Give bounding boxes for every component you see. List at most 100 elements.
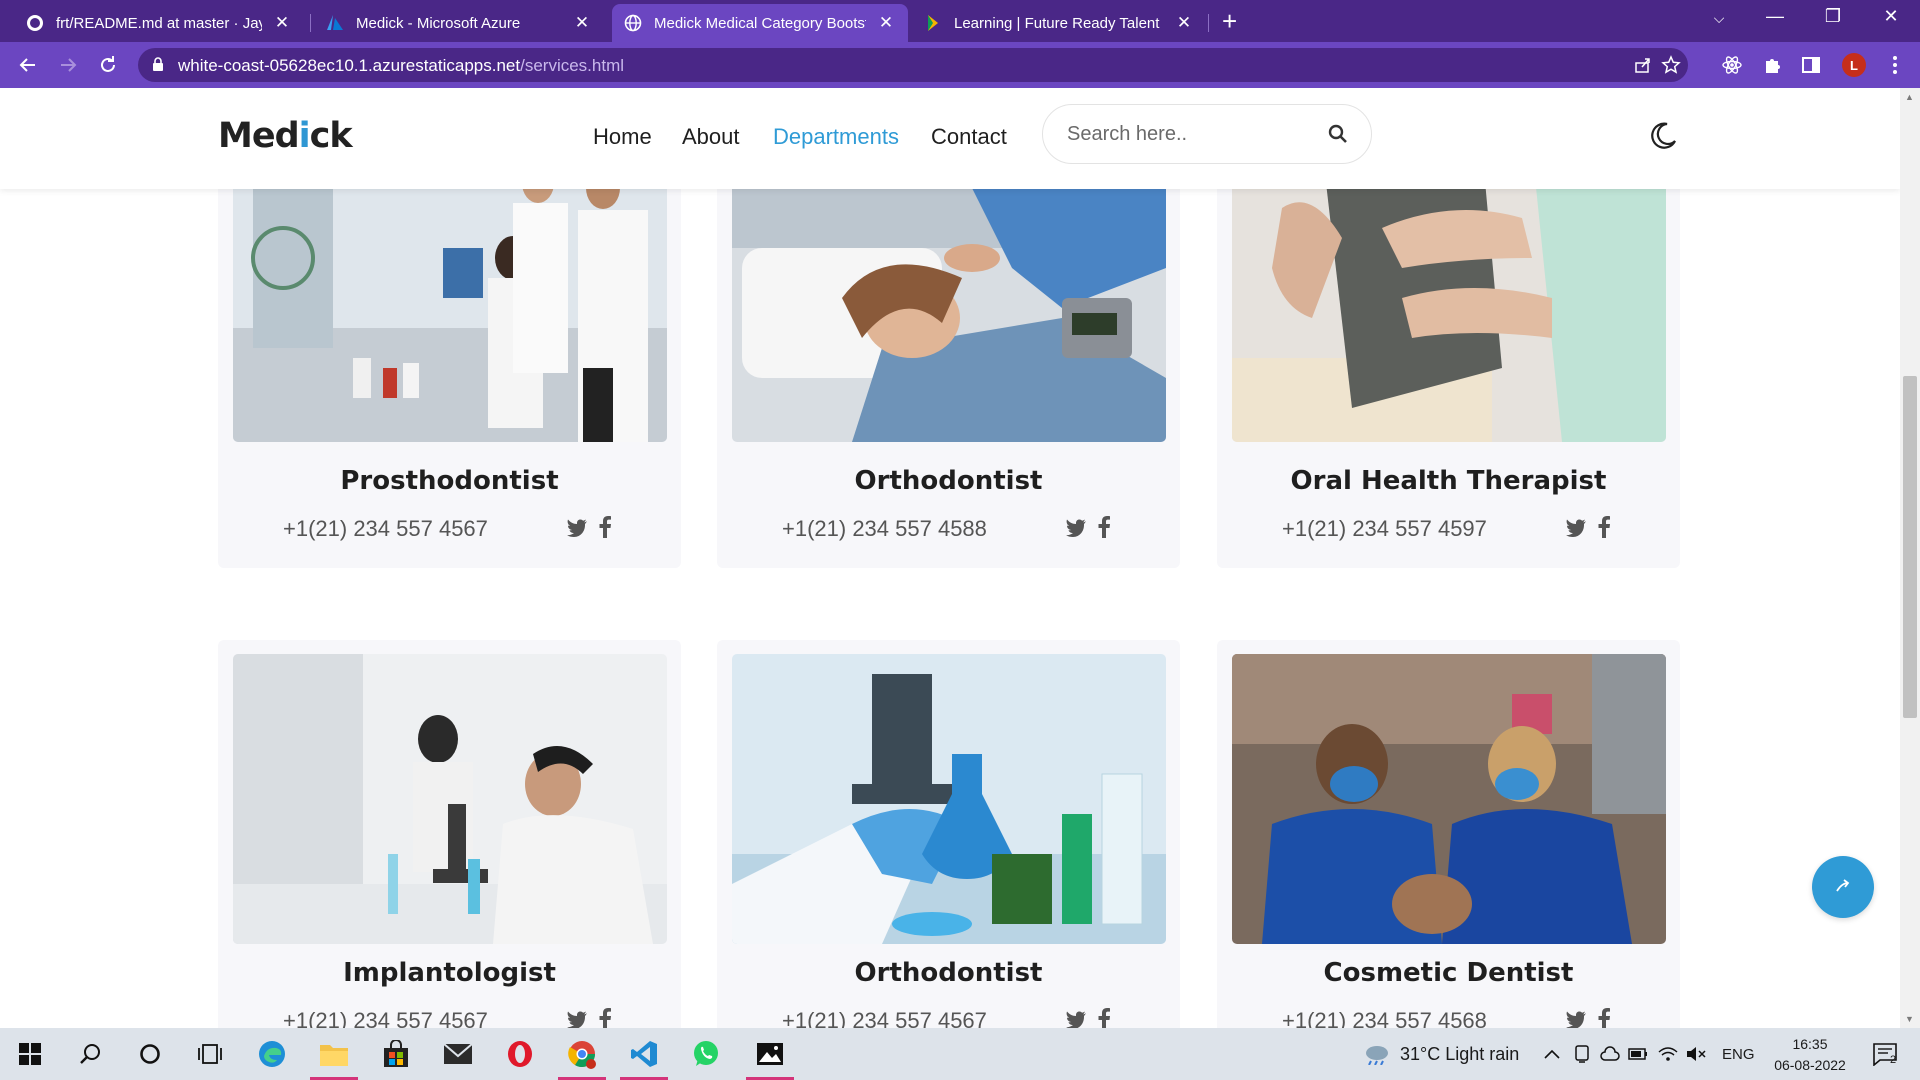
- close-window-button[interactable]: ✕: [1876, 6, 1906, 27]
- lab-researchers-photo: [233, 148, 667, 442]
- photos-icon[interactable]: [746, 1036, 794, 1080]
- share-icon[interactable]: [1632, 54, 1654, 76]
- back-to-top-button[interactable]: [1812, 856, 1874, 918]
- twitter-icon[interactable]: [566, 1010, 588, 1028]
- address-bar[interactable]: white-coast-05628ec10.1.azurestaticapps.…: [138, 48, 1688, 82]
- task-view-icon[interactable]: [192, 1036, 228, 1072]
- nav-home[interactable]: Home: [593, 124, 652, 150]
- department-phone: +1(21) 234 557 4567: [283, 1008, 488, 1028]
- tab-learning[interactable]: Learning | Future Ready Talent ✕: [912, 4, 1206, 42]
- whatsapp-icon[interactable]: [688, 1036, 724, 1072]
- department-phone: +1(21) 234 557 4597: [1282, 516, 1487, 541]
- extensions-puzzle-icon[interactable]: [1762, 54, 1784, 76]
- cloud-icon[interactable]: [1600, 1044, 1620, 1064]
- cortana-icon[interactable]: [132, 1036, 168, 1072]
- logo-text-accent: i: [298, 116, 311, 156]
- twitter-icon[interactable]: [1065, 518, 1087, 538]
- github-icon: [26, 14, 44, 32]
- department-card: Cosmetic Dentist +1(21) 234 557 4568: [1217, 640, 1680, 1028]
- minimize-button[interactable]: —: [1760, 6, 1790, 27]
- wifi-icon[interactable]: [1658, 1044, 1678, 1064]
- scroll-down-arrow-icon[interactable]: ▼: [1905, 1014, 1914, 1024]
- page-scrollbar[interactable]: ▲ ▼: [1900, 88, 1920, 1028]
- system-clock[interactable]: 16:35 06-08-2022: [1762, 1034, 1858, 1076]
- back-examination-photo: [1232, 148, 1666, 442]
- chrome-icon[interactable]: [558, 1036, 606, 1080]
- scrollbar-thumb[interactable]: [1903, 376, 1917, 718]
- microscope-scientist-photo: [233, 654, 667, 944]
- windows-start-icon[interactable]: [12, 1036, 48, 1072]
- url-text: white-coast-05628ec10.1.azurestaticapps.…: [178, 56, 624, 76]
- close-icon[interactable]: ✕: [572, 13, 592, 33]
- department-phone: +1(21) 234 557 4567: [782, 1008, 987, 1028]
- bookmark-star-icon[interactable]: [1660, 54, 1682, 76]
- department-phone: +1(21) 234 557 4588: [782, 516, 987, 541]
- twitter-icon[interactable]: [1565, 518, 1587, 538]
- department-name: Prosthodontist: [340, 466, 559, 496]
- nav-departments[interactable]: Departments: [773, 124, 899, 150]
- tab-divider: [310, 14, 311, 32]
- facebook-icon[interactable]: [598, 516, 612, 538]
- edge-icon[interactable]: [254, 1036, 290, 1072]
- twitter-icon[interactable]: [566, 518, 588, 538]
- profile-avatar[interactable]: L: [1842, 53, 1866, 77]
- facebook-icon[interactable]: [1597, 516, 1611, 538]
- scroll-up-arrow-icon[interactable]: ▲: [1905, 92, 1914, 102]
- browser-menu-icon[interactable]: [1884, 54, 1906, 76]
- tab-title: Learning | Future Ready Talent: [954, 14, 1160, 32]
- forward-button[interactable]: [54, 51, 82, 79]
- nav-about[interactable]: About: [682, 124, 740, 150]
- tab-github-readme[interactable]: frt/README.md at master · Jayala ✕: [14, 4, 304, 42]
- windows-taskbar: 31°C Light rain ENG 16:35 06-08-2022 2: [0, 1028, 1920, 1080]
- volume-muted-icon[interactable]: [1686, 1044, 1706, 1064]
- department-name: Orthodontist: [854, 958, 1043, 988]
- battery-icon[interactable]: [1628, 1044, 1648, 1064]
- weather-text[interactable]: 31°C Light rain: [1400, 1044, 1519, 1065]
- tab-azure[interactable]: Medick - Microsoft Azure ✕: [314, 4, 604, 42]
- search-icon[interactable]: [1325, 121, 1351, 147]
- tab-title: Medick Medical Category Bootstr: [654, 14, 866, 32]
- twitter-icon[interactable]: [1065, 1010, 1087, 1028]
- tab-medick-active[interactable]: Medick Medical Category Bootstr ✕: [612, 4, 908, 42]
- learning-icon: [924, 14, 942, 32]
- mail-icon[interactable]: [440, 1036, 476, 1072]
- search-icon[interactable]: [72, 1036, 108, 1072]
- site-header: Medick Home About Departments Contact: [0, 88, 1900, 189]
- side-panel-icon[interactable]: [1800, 54, 1822, 76]
- logo-text-suffix: ck: [309, 116, 353, 156]
- store-icon[interactable]: [378, 1036, 414, 1072]
- vscode-icon[interactable]: [620, 1036, 668, 1080]
- moon-icon[interactable]: [1648, 121, 1678, 151]
- facebook-icon[interactable]: [598, 1008, 612, 1028]
- weather-rain-icon[interactable]: [1362, 1044, 1392, 1065]
- back-button[interactable]: [14, 51, 42, 79]
- restore-button[interactable]: ❐: [1818, 6, 1848, 27]
- facebook-icon[interactable]: [1597, 1008, 1611, 1028]
- device-icon[interactable]: [1572, 1044, 1592, 1064]
- opera-icon[interactable]: [502, 1036, 538, 1072]
- globe-icon: [624, 14, 642, 32]
- chevron-up-icon[interactable]: [1542, 1044, 1562, 1064]
- site-logo[interactable]: Medick: [218, 116, 353, 156]
- search-box: [1042, 104, 1372, 164]
- tab-search-chevron-icon[interactable]: ⌵: [1704, 10, 1734, 27]
- twitter-icon[interactable]: [1565, 1010, 1587, 1028]
- close-icon[interactable]: ✕: [272, 13, 292, 33]
- search-input[interactable]: [1067, 119, 1317, 149]
- facebook-icon[interactable]: [1097, 1008, 1111, 1028]
- nav-contact[interactable]: Contact: [931, 124, 1007, 150]
- department-card: Orthodontist +1(21) 234 557 4567: [717, 640, 1180, 1028]
- react-extension-icon[interactable]: [1721, 54, 1743, 76]
- close-icon[interactable]: ✕: [876, 13, 896, 33]
- department-phone: +1(21) 234 557 4568: [1282, 1008, 1487, 1028]
- file-explorer-icon[interactable]: [310, 1036, 358, 1080]
- department-card: Prosthodontist +1(21) 234 557 4567: [218, 148, 681, 568]
- close-icon[interactable]: ✕: [1174, 13, 1194, 33]
- azure-icon: [326, 14, 344, 32]
- facebook-icon[interactable]: [1097, 516, 1111, 538]
- department-phone: +1(21) 234 557 4567: [283, 516, 488, 541]
- department-name: Cosmetic Dentist: [1323, 958, 1574, 988]
- reload-button[interactable]: [94, 51, 122, 79]
- language-indicator[interactable]: ENG: [1722, 1046, 1755, 1063]
- new-tab-button[interactable]: +: [1222, 8, 1237, 34]
